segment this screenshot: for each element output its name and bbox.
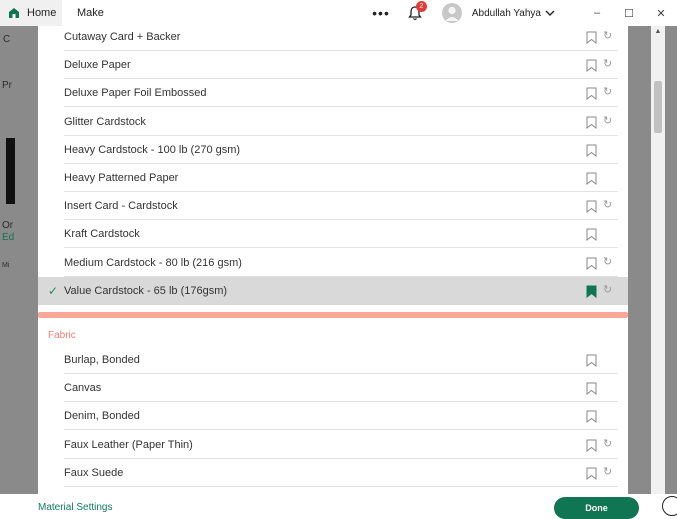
bg-text-c: C: [3, 34, 11, 45]
material-label: Kraft Cardstock: [64, 228, 140, 241]
refresh-icon[interactable]: ↻: [603, 437, 613, 451]
material-row[interactable]: Heavy Patterned Paper: [38, 164, 628, 192]
material-row[interactable]: Heavy Cardstock - 100 lb (270 gsm): [38, 136, 628, 164]
scrollbar[interactable]: ▲: [651, 26, 665, 494]
material-row[interactable]: Canvas: [38, 374, 628, 403]
bookmark-icon[interactable]: [586, 87, 597, 101]
refresh-icon[interactable]: ↻: [603, 85, 613, 99]
bookmark-icon[interactable]: [586, 257, 597, 270]
bookmark-icon[interactable]: [586, 31, 597, 44]
chevron-down-icon[interactable]: [545, 9, 555, 17]
material-list-modal: Cutaway Card + Backer ↻ Deluxe Paper ↻ Delux…: [38, 26, 628, 494]
material-settings-link[interactable]: Material Settings: [38, 502, 112, 513]
bookmark-icon[interactable]: [586, 59, 597, 73]
checkmark-icon: ✓: [48, 283, 59, 298]
material-label: Heavy Cardstock - 100 lb (270 gsm): [64, 143, 241, 156]
material-label: Deluxe Paper: [64, 59, 131, 72]
material-row[interactable]: Denim, Bonded: [38, 402, 628, 431]
scroll-up-arrow[interactable]: ▲: [651, 28, 665, 35]
material-label: Deluxe Paper Foil Embossed: [64, 87, 207, 100]
close-button[interactable]: ✕: [645, 7, 677, 20]
user-name[interactable]: Abdullah Yahya: [472, 8, 541, 19]
home-icon: [9, 8, 19, 18]
material-label: Faux Leather (Paper Thin): [64, 438, 193, 451]
title-bar-right: ••• 2 Abdullah Yahya – ☐ ✕: [372, 0, 677, 26]
refresh-icon[interactable]: ↻: [603, 465, 613, 479]
bookmark-icon[interactable]: [586, 467, 597, 480]
refresh-icon[interactable]: ↻: [603, 29, 613, 43]
bookmark-icon[interactable]: [586, 116, 597, 129]
refresh-icon[interactable]: ↻: [603, 114, 613, 128]
material-row[interactable]: Insert Card - Cardstock ↻: [38, 192, 628, 221]
material-row[interactable]: Burlap, Bonded: [38, 346, 628, 374]
material-label: Denim, Bonded: [64, 410, 140, 423]
material-label: Insert Card - Cardstock: [64, 200, 178, 213]
bg-black-bar: [6, 138, 15, 204]
material-row[interactable]: Cutaway Card + Backer ↻: [38, 26, 628, 51]
bookmark-icon[interactable]: [586, 172, 597, 185]
row-divider: [64, 485, 618, 487]
notification-button[interactable]: 2: [408, 1, 427, 21]
bookmark-icon[interactable]: [586, 439, 597, 452]
tab-make-label: Make: [77, 7, 104, 19]
bookmark-icon[interactable]: [586, 382, 597, 396]
material-row[interactable]: Kraft Cardstock: [38, 220, 628, 249]
material-label: Canvas: [64, 382, 102, 395]
tab-home[interactable]: Home: [0, 0, 62, 26]
bg-text-or: Or: [2, 220, 14, 231]
refresh-icon[interactable]: ↻: [603, 283, 613, 297]
bookmark-icon[interactable]: [586, 285, 597, 298]
bookmark-icon[interactable]: [586, 200, 597, 214]
material-label: Cutaway Card + Backer: [64, 31, 181, 43]
done-button[interactable]: Done: [554, 497, 639, 519]
section-title-fabric: Fabric: [48, 330, 76, 341]
refresh-icon[interactable]: ↻: [603, 255, 613, 269]
user-icon: [445, 6, 459, 21]
material-row[interactable]: Medium Cardstock - 80 lb (216 gsm) ↻: [38, 249, 628, 277]
bookmark-icon[interactable]: [586, 410, 597, 424]
modal-footer: Material Settings Done: [0, 494, 677, 519]
material-label: Value Cardstock - 65 lb (176gsm): [64, 284, 228, 297]
bookmark-icon[interactable]: [586, 354, 597, 367]
material-row[interactable]: Faux Suede ↻: [38, 459, 628, 487]
material-row[interactable]: ✓ Value Cardstock - 65 lb (176gsm) ↻: [38, 276, 628, 305]
material-row[interactable]: Deluxe Paper Foil Embossed ↻: [38, 79, 628, 108]
bookmark-icon[interactable]: [586, 144, 597, 157]
tab-home-label: Home: [27, 7, 57, 19]
material-label: Glitter Cardstock: [64, 115, 146, 128]
minimize-button[interactable]: –: [581, 7, 613, 19]
refresh-icon[interactable]: ↻: [603, 57, 613, 71]
notification-badge: 2: [415, 1, 427, 12]
material-row[interactable]: Deluxe Paper ↻: [38, 51, 628, 80]
corner-circle: [662, 496, 677, 516]
title-bar: Home Make ••• 2 Abdullah Yahya – ☐ ✕: [0, 0, 677, 26]
maximize-button[interactable]: ☐: [613, 7, 645, 20]
material-label: Medium Cardstock - 80 lb (216 gsm): [64, 256, 242, 269]
bg-text-mi: Mi: [2, 262, 10, 269]
material-label: Burlap, Bonded: [64, 354, 140, 366]
material-label: Faux Suede: [64, 466, 124, 479]
background-left-panel: C Pr Or Ed Mi: [0, 26, 38, 494]
material-row[interactable]: Faux Leather (Paper Thin) ↻: [38, 431, 628, 459]
bookmark-icon[interactable]: [586, 228, 597, 242]
bg-text-pr: Pr: [2, 80, 12, 91]
material-row[interactable]: Glitter Cardstock ↻: [38, 108, 628, 136]
more-menu-button[interactable]: •••: [372, 5, 390, 21]
tab-make[interactable]: Make: [62, 0, 114, 26]
scrollbar-thumb[interactable]: [654, 81, 662, 133]
avatar[interactable]: [441, 3, 462, 23]
section-divider: [38, 312, 628, 318]
bg-text-ed: Ed: [2, 232, 15, 243]
material-label: Heavy Patterned Paper: [64, 172, 179, 184]
refresh-icon[interactable]: ↻: [603, 198, 613, 212]
